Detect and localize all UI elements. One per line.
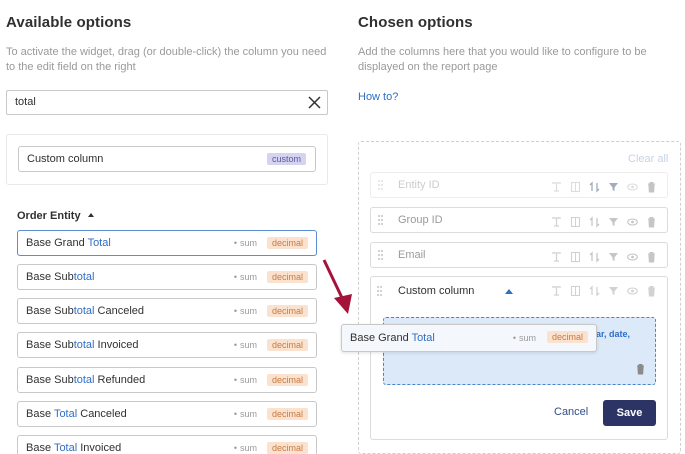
delete-icon[interactable] [646,250,657,262]
chosen-row-label: Entity ID [398,179,440,191]
sort-icon[interactable] [589,250,600,263]
chosen-options-title: Chosen options [358,14,473,31]
row-actions [551,179,657,193]
custom-column-section: Custom column custom [6,134,328,185]
custom-badge: custom [266,153,306,165]
delete-icon[interactable] [646,180,657,192]
delete-icon[interactable] [646,215,657,227]
type-badge: decimal [546,331,588,343]
chosen-row[interactable]: Email [370,242,668,268]
aggregation-label: sum [234,340,257,350]
chosen-row-label: Group ID [398,214,443,226]
drop-hint-text: ar, date, [596,329,631,339]
delete-icon[interactable] [646,284,657,302]
type-badge: decimal [266,374,308,386]
visibility-icon[interactable] [627,250,638,262]
option-label: Base Grand Total [350,332,435,344]
option-item[interactable]: Base Subtotal Refunded sum decimal [17,367,317,393]
search-input[interactable] [15,96,295,108]
aggregation-label: sum [234,272,257,282]
cancel-button[interactable]: Cancel [554,406,588,418]
option-item[interactable]: Base Subtotal Canceled sum decimal [17,298,317,324]
option-item[interactable]: Base Grand Total sum decimal [17,230,317,256]
type-badge: decimal [266,339,308,351]
option-label: Base Subtotal [26,271,95,283]
filter-icon[interactable] [608,250,619,262]
drag-handle-icon[interactable] [378,180,383,191]
chosen-row-label: Email [398,249,426,261]
option-label: Base Total Canceled [26,408,127,420]
option-item[interactable]: Base Total Invoiced sum decimal [17,435,317,454]
option-item[interactable]: Base Subtotal Invoiced sum decimal [17,332,317,358]
drag-handle-icon[interactable] [378,215,383,226]
drag-handle-icon[interactable] [378,250,383,261]
custom-column-option[interactable]: Custom column custom [18,146,316,172]
available-options-description: To activate the widget, drag (or double-… [6,46,327,73]
available-options-title: Available options [6,14,132,31]
type-badge: decimal [266,305,308,317]
width-icon[interactable] [570,215,581,227]
aggregation-label: sum [234,238,257,248]
report-columns-editor: Available options To activate the widget… [0,0,685,454]
search-box [6,90,328,115]
row-actions [551,214,657,228]
delete-formula-icon[interactable] [635,362,646,380]
option-label: Base Grand Total [26,237,111,249]
visibility-icon[interactable] [627,215,638,227]
collapse-caret-icon[interactable] [88,213,94,217]
how-to-link[interactable]: How to? [358,91,398,103]
aggregation-label: sum [234,375,257,385]
filter-icon[interactable] [608,180,619,192]
chosen-row[interactable]: Group ID [370,207,668,233]
option-label: Base Total Invoiced [26,442,122,454]
group-title-order-entity[interactable]: Order Entity [17,210,81,222]
filter-text-icon[interactable] [551,250,562,262]
aggregation-label: sum [234,409,257,419]
option-item[interactable]: Base Total Canceled sum decimal [17,401,317,427]
sort-icon[interactable] [589,284,600,302]
aggregation-label: sum [234,443,257,453]
row-actions [551,284,657,302]
sort-icon[interactable] [589,215,600,228]
option-label: Base Subtotal Canceled [26,305,145,317]
visibility-icon[interactable] [627,180,638,192]
type-badge: decimal [266,271,308,283]
sort-icon[interactable] [589,180,600,193]
filter-icon[interactable] [608,215,619,227]
drag-handle-icon[interactable] [377,284,382,296]
chosen-options-description: Add the columns here that you would like… [358,46,647,73]
filter-text-icon[interactable] [551,180,562,192]
custom-column-editor-label: Custom column [398,285,475,297]
filter-text-icon[interactable] [551,284,562,302]
aggregation-label: sum [513,333,536,343]
option-label: Base Subtotal Refunded [26,374,146,386]
width-icon[interactable] [570,250,581,262]
collapse-caret-icon[interactable] [505,289,513,294]
type-badge: decimal [266,408,308,420]
chosen-row[interactable]: Entity ID [370,172,668,198]
dragging-option-ghost[interactable]: Base Grand Total sum decimal [341,324,597,352]
filter-icon[interactable] [608,284,619,302]
type-badge: decimal [266,237,308,249]
type-badge: decimal [266,442,308,454]
width-icon[interactable] [570,284,581,302]
option-label: Base Subtotal Invoiced [26,339,139,351]
row-actions [551,249,657,263]
aggregation-label: sum [234,306,257,316]
clear-search-icon[interactable] [307,95,322,110]
clear-all-link[interactable]: Clear all [628,153,668,165]
visibility-icon[interactable] [627,284,638,302]
drag-arrow-icon [322,259,352,314]
option-item[interactable]: Base Subtotal sum decimal [17,264,317,290]
filter-text-icon[interactable] [551,215,562,227]
width-icon[interactable] [570,180,581,192]
custom-column-label: Custom column [27,153,104,165]
save-button[interactable]: Save [603,400,656,426]
